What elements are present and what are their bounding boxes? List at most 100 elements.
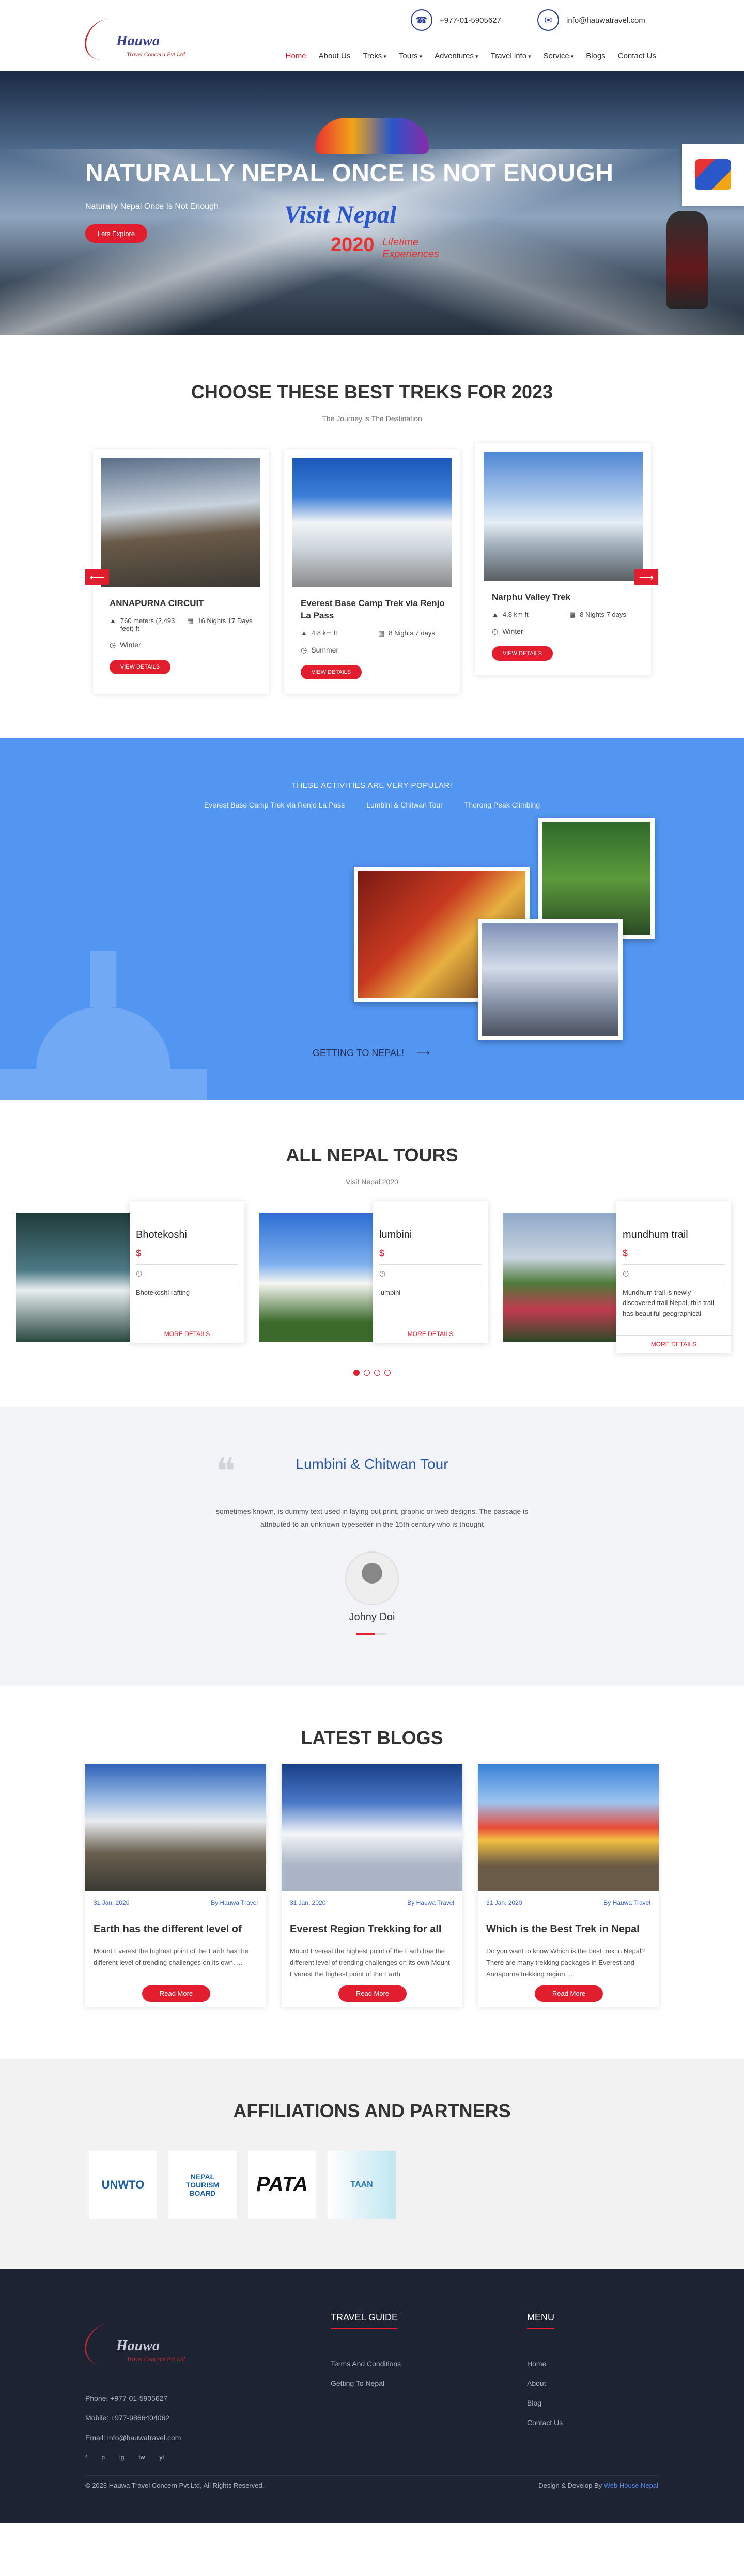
testimonial-text: sometimes known, is dummy text used in l…: [215, 1507, 529, 1528]
trek-image[interactable]: [292, 458, 452, 587]
tour-image[interactable]: [16, 1212, 130, 1342]
nav-adventures[interactable]: Adventures: [435, 52, 478, 60]
nav-home[interactable]: Home: [286, 52, 306, 60]
trek-name[interactable]: ANNAPURNA CIRCUIT: [110, 597, 260, 610]
email-address[interactable]: info@hauwatravel.com: [566, 16, 645, 25]
testimonial-section: ❝ Lumbini & Chitwan Tour sometimes known…: [0, 1406, 744, 1686]
clock-icon: ◷: [136, 1268, 143, 1277]
footer-mobile[interactable]: Mobile: +977-9866404062: [85, 2408, 181, 2428]
trek-image[interactable]: [484, 452, 643, 581]
tour-card[interactable]: lumbini $ ◷ lumbini MORE DETAILS: [259, 1201, 489, 1346]
site-footer: Hauwa Travel Concern Pvt.Ltd Phone: +977…: [0, 2268, 744, 2523]
trek-card[interactable]: Narphu Valley Trek ▲ 4.8 km ft ▦ 8 Nights …: [475, 443, 651, 675]
nav-treks[interactable]: Treks: [363, 52, 386, 60]
phone-number[interactable]: +977-01-5905627: [440, 16, 501, 25]
nav-about[interactable]: About Us: [319, 52, 351, 60]
blog-title[interactable]: Everest Region Trekking for all: [290, 1923, 454, 1935]
activity-link[interactable]: Thorong Peak Climbing: [464, 801, 540, 809]
footer-link-contact[interactable]: Contact Us: [527, 2413, 563, 2432]
tour-card[interactable]: mundhum trail $ ◷ Mundhum trail is newly…: [503, 1201, 732, 1353]
nav-tours[interactable]: Tours: [399, 52, 422, 60]
testimonial-indicator[interactable]: [375, 1633, 388, 1635]
tour-image[interactable]: [259, 1212, 373, 1342]
hero-banner: Visit Nepal 2020 Lifetime Experiences NA…: [0, 71, 744, 335]
blog-image[interactable]: [282, 1764, 462, 1891]
social-links: f p ig tw yt: [85, 2454, 164, 2461]
nav-travel-info[interactable]: Travel info: [491, 52, 531, 60]
trek-card[interactable]: ANNAPURNA CIRCUIT ▲ 760 meters (2,493 fee…: [93, 449, 269, 694]
trek-card[interactable]: Everest Base Camp Trek via Renjo La Pass…: [284, 449, 460, 694]
clock-icon: ◷: [379, 1268, 386, 1277]
view-details-button[interactable]: VIEW DETAILS: [301, 664, 362, 679]
carousel-prev-button[interactable]: ⟵: [85, 569, 109, 585]
youtube-icon[interactable]: yt: [159, 2454, 164, 2461]
view-details-button[interactable]: VIEW DETAILS: [110, 659, 171, 674]
unwto-logo[interactable]: UNWTO: [89, 2150, 157, 2219]
arrow-right-icon: ⟶: [639, 571, 654, 583]
blog-image[interactable]: [478, 1764, 659, 1891]
tour-image[interactable]: [503, 1212, 616, 1342]
carousel-next-button[interactable]: ⟶: [634, 569, 658, 585]
footer-link-home[interactable]: Home: [527, 2354, 563, 2373]
pata-logo[interactable]: PATA: [248, 2150, 316, 2219]
nav-contact[interactable]: Contact Us: [618, 52, 656, 60]
phone-contact[interactable]: ☎ +977-01-5905627: [411, 9, 501, 31]
more-details-button[interactable]: MORE DETAILS: [616, 1334, 731, 1353]
blog-excerpt: Mount Everest the highest point of the E…: [94, 1947, 249, 1966]
footer-link-blog[interactable]: Blog: [527, 2393, 563, 2413]
tour-name[interactable]: Bhotekoshi: [136, 1229, 238, 1241]
carousel-dot[interactable]: [353, 1369, 360, 1376]
footer-logo[interactable]: Hauwa Travel Concern Pvt.Ltd: [81, 2319, 199, 2366]
footer-link-about[interactable]: About: [527, 2373, 563, 2393]
designer-link[interactable]: Web House Nepal: [604, 2481, 658, 2489]
footer-link-terms[interactable]: Terms And Conditions: [331, 2354, 401, 2373]
trek-season: Summer: [311, 646, 339, 655]
explore-button[interactable]: Lets Explore: [85, 224, 147, 243]
nav-service[interactable]: Service: [544, 52, 574, 60]
tour-name[interactable]: lumbini: [379, 1229, 482, 1241]
more-details-button[interactable]: MORE DETAILS: [130, 1324, 244, 1343]
trek-name[interactable]: Narphu Valley Trek: [492, 591, 643, 603]
more-details-button[interactable]: MORE DETAILS: [373, 1324, 488, 1343]
twitter-icon[interactable]: tw: [138, 2454, 145, 2461]
ntb-logo[interactable]: NEPAL TOURISM BOARD: [168, 2150, 237, 2219]
trek-name[interactable]: Everest Base Camp Trek via Renjo La Pass: [301, 597, 452, 622]
footer-email[interactable]: Email: info@hauwatravel.com: [85, 2428, 181, 2447]
tour-name[interactable]: mundhum trail: [623, 1229, 725, 1241]
view-details-button[interactable]: VIEW DETAILS: [492, 646, 553, 661]
read-more-button[interactable]: Read More: [535, 1985, 603, 2002]
blog-title[interactable]: Earth has the different level of: [94, 1923, 258, 1935]
tours-title: ALL NEPAL TOURS: [286, 1144, 458, 1166]
blog-card[interactable]: 31 Jan, 2020 By Hauwa Travel Earth has th…: [85, 1764, 266, 2007]
read-more-button[interactable]: Read More: [142, 1985, 210, 2002]
facebook-icon[interactable]: f: [85, 2454, 87, 2461]
read-more-button[interactable]: Read More: [338, 1985, 407, 2002]
carousel-dot[interactable]: [364, 1369, 370, 1376]
footer-link-getting[interactable]: Getting To Nepal: [331, 2373, 401, 2393]
tours-subtitle: Visit Nepal 2020: [346, 1177, 398, 1186]
avatar: [345, 1551, 399, 1605]
logo-text: Hauwa: [116, 33, 160, 49]
instagram-icon[interactable]: ig: [119, 2454, 124, 2461]
phone-icon: ☎: [411, 9, 432, 31]
pinterest-icon[interactable]: p: [101, 2454, 105, 2461]
blog-image[interactable]: [85, 1764, 266, 1891]
blog-card[interactable]: 31 Jan, 2020 By Hauwa Travel Everest Regi…: [282, 1764, 462, 2007]
activity-link[interactable]: Everest Base Camp Trek via Renjo La Pass: [204, 801, 345, 809]
activity-link[interactable]: Lumbini & Chitwan Tour: [366, 801, 443, 809]
nav-blogs[interactable]: Blogs: [586, 52, 606, 60]
carousel-dot[interactable]: [384, 1369, 391, 1376]
email-contact[interactable]: ✉ info@hauwatravel.com: [537, 9, 645, 31]
getting-to-nepal-link[interactable]: GETTING TO NEPAL! ⟶: [313, 1048, 430, 1059]
taan-logo[interactable]: TAAN: [328, 2150, 396, 2219]
footer-phone[interactable]: Phone: +977-01-5905627: [85, 2388, 181, 2408]
clock-icon: ◷: [492, 627, 499, 635]
trek-image[interactable]: [101, 458, 260, 587]
blog-card[interactable]: 31 Jan, 2020 By Hauwa Travel Which is the…: [478, 1764, 659, 2007]
site-logo[interactable]: Hauwa Travel Concern Pvt.Ltd: [81, 14, 199, 61]
blog-title[interactable]: Which is the Best Trek in Nepal: [486, 1923, 650, 1935]
visit-tagline: Lifetime Experiences: [382, 237, 440, 260]
visit-nepal-badge[interactable]: [682, 144, 744, 206]
tour-card[interactable]: Bhotekoshi $ ◷ Bhotekoshi rafting MORE D…: [16, 1201, 245, 1346]
carousel-dot[interactable]: [374, 1369, 380, 1376]
